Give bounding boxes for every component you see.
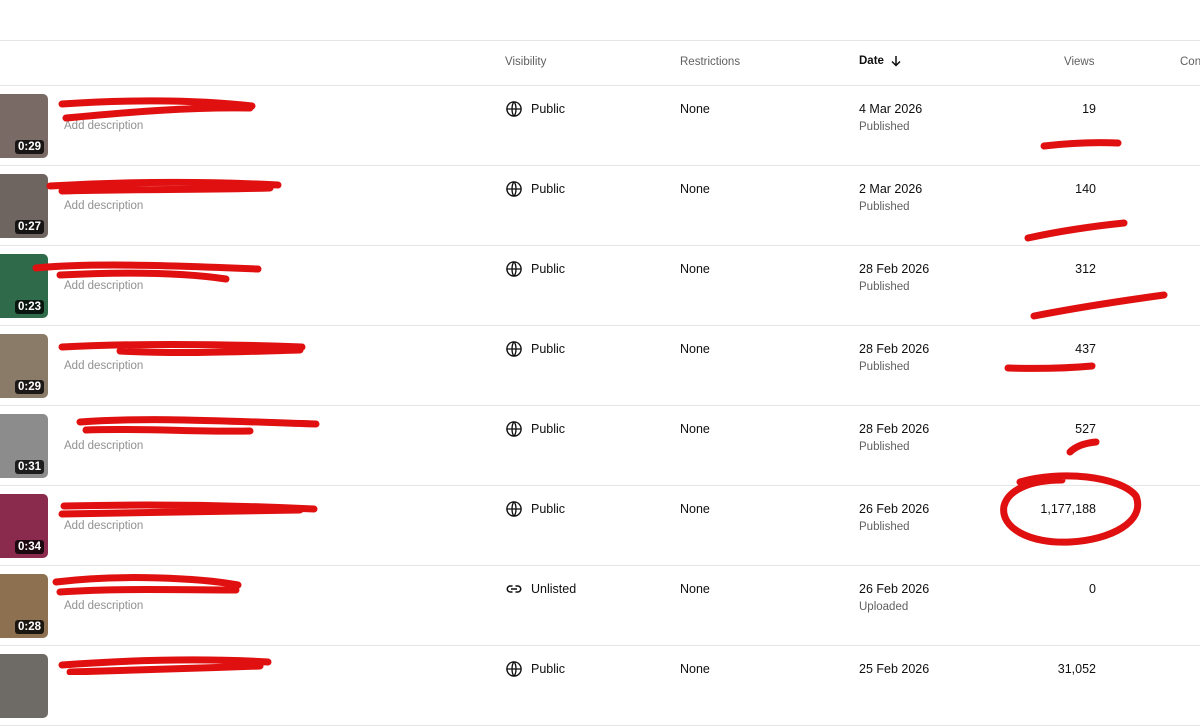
add-description-link[interactable]: Add description bbox=[64, 360, 143, 372]
restrictions-cell: None bbox=[680, 422, 710, 436]
column-header-restrictions[interactable]: Restrictions bbox=[680, 56, 740, 68]
visibility-label: Public bbox=[531, 662, 566, 676]
views-cell: 0 bbox=[1089, 582, 1096, 596]
visibility-cell[interactable]: Public bbox=[505, 100, 565, 118]
status-cell: Published bbox=[859, 361, 910, 373]
views-cell: 1,177,188 bbox=[1040, 502, 1096, 516]
restrictions-cell: None bbox=[680, 582, 710, 596]
globe-icon bbox=[505, 260, 523, 278]
add-description-link[interactable]: Add description bbox=[64, 600, 143, 612]
table-row[interactable]: 0:29 Add description Public None 4 Mar 2… bbox=[0, 86, 1200, 166]
date-cell: 2 Mar 2026 bbox=[859, 182, 923, 196]
video-thumbnail[interactable]: 0:29 bbox=[0, 334, 48, 398]
restrictions-cell: None bbox=[680, 342, 710, 356]
views-cell: 140 bbox=[1075, 182, 1096, 196]
visibility-label: Public bbox=[531, 182, 566, 196]
visibility-cell[interactable]: Public bbox=[505, 660, 565, 678]
status-cell: Published bbox=[859, 441, 910, 453]
visibility-cell[interactable]: Public bbox=[505, 500, 565, 518]
add-description-link[interactable]: Add description bbox=[64, 520, 143, 532]
video-duration: 0:29 bbox=[14, 380, 44, 394]
column-header-date[interactable]: Date bbox=[859, 55, 902, 67]
status-cell: Published bbox=[859, 121, 910, 133]
video-duration: 0:28 bbox=[14, 620, 44, 634]
status-cell: Published bbox=[859, 521, 910, 533]
visibility-label: Public bbox=[531, 102, 566, 116]
table-header: Visibility Restrictions Date Views Con bbox=[0, 41, 1200, 86]
restrictions-cell: None bbox=[680, 502, 710, 516]
visibility-cell[interactable]: Public bbox=[505, 340, 565, 358]
sort-arrow-down-icon bbox=[891, 56, 901, 67]
column-header-date-label: Date bbox=[859, 55, 884, 67]
visibility-label: Public bbox=[531, 422, 566, 436]
column-header-views[interactable]: Views bbox=[1064, 56, 1094, 68]
visibility-label: Public bbox=[531, 502, 566, 516]
table-row[interactable]: 0:27 Add description Public None 2 Mar 2… bbox=[0, 166, 1200, 246]
status-cell: Uploaded bbox=[859, 601, 909, 613]
table-row[interactable]: 0:23 Add description Public None 28 Feb … bbox=[0, 246, 1200, 326]
views-cell: 437 bbox=[1075, 342, 1096, 356]
globe-icon bbox=[505, 500, 523, 518]
date-cell: 28 Feb 2026 bbox=[859, 342, 930, 356]
add-description-link[interactable]: Add description bbox=[64, 440, 143, 452]
globe-icon bbox=[505, 180, 523, 198]
table-row[interactable]: 0:34 Add description Public None 26 Feb … bbox=[0, 486, 1200, 566]
column-header-comments[interactable]: Con bbox=[1180, 56, 1200, 68]
date-cell: 4 Mar 2026 bbox=[859, 102, 923, 116]
video-duration: 0:27 bbox=[14, 220, 44, 234]
visibility-label: Public bbox=[531, 262, 566, 276]
video-thumbnail[interactable]: 0:27 bbox=[0, 174, 48, 238]
visibility-cell[interactable]: Public bbox=[505, 180, 565, 198]
video-duration: 0:23 bbox=[14, 300, 44, 314]
video-thumbnail[interactable]: 0:29 bbox=[0, 94, 48, 158]
video-thumbnail[interactable]: 0:31 bbox=[0, 414, 48, 478]
globe-icon bbox=[505, 660, 523, 678]
views-cell: 527 bbox=[1075, 422, 1096, 436]
video-thumbnail[interactable]: 0:23 bbox=[0, 254, 48, 318]
column-header-visibility[interactable]: Visibility bbox=[505, 56, 546, 68]
visibility-cell[interactable]: Public bbox=[505, 260, 565, 278]
views-cell: 312 bbox=[1075, 262, 1096, 276]
date-cell: 25 Feb 2026 bbox=[859, 662, 930, 676]
status-cell: Published bbox=[859, 201, 910, 213]
date-cell: 26 Feb 2026 bbox=[859, 582, 930, 596]
restrictions-cell: None bbox=[680, 262, 710, 276]
table-row[interactable]: 0:31 Add description Public None 28 Feb … bbox=[0, 406, 1200, 486]
video-duration: 0:31 bbox=[14, 460, 44, 474]
date-cell: 28 Feb 2026 bbox=[859, 422, 930, 436]
status-cell: Published bbox=[859, 281, 910, 293]
video-thumbnail[interactable]: 0:34 bbox=[0, 494, 48, 558]
views-cell: 19 bbox=[1082, 102, 1096, 116]
restrictions-cell: None bbox=[680, 662, 710, 676]
globe-icon bbox=[505, 420, 523, 438]
restrictions-cell: None bbox=[680, 102, 710, 116]
table-row[interactable]: 0:29 Add description Public None 28 Feb … bbox=[0, 326, 1200, 406]
link-icon bbox=[505, 580, 523, 598]
visibility-cell[interactable]: Unlisted bbox=[505, 580, 576, 598]
views-cell: 31,052 bbox=[1057, 662, 1096, 676]
visibility-label: Public bbox=[531, 342, 566, 356]
table-row[interactable]: 0:28 Add description Unlisted None 26 Fe… bbox=[0, 566, 1200, 646]
video-duration: 0:34 bbox=[14, 540, 44, 554]
video-duration: 0:29 bbox=[14, 140, 44, 154]
add-description-link[interactable]: Add description bbox=[64, 200, 143, 212]
add-description-link[interactable]: Add description bbox=[64, 120, 143, 132]
visibility-cell[interactable]: Public bbox=[505, 420, 565, 438]
date-cell: 28 Feb 2026 bbox=[859, 262, 930, 276]
restrictions-cell: None bbox=[680, 182, 710, 196]
video-thumbnail[interactable]: 0:28 bbox=[0, 574, 48, 638]
visibility-label: Unlisted bbox=[531, 582, 577, 596]
globe-icon bbox=[505, 340, 523, 358]
date-cell: 26 Feb 2026 bbox=[859, 502, 930, 516]
add-description-link[interactable]: Add description bbox=[64, 280, 143, 292]
table-row[interactable]: Public None 25 Feb 2026 31,052 bbox=[0, 646, 1200, 726]
globe-icon bbox=[505, 100, 523, 118]
video-thumbnail[interactable] bbox=[0, 654, 48, 718]
